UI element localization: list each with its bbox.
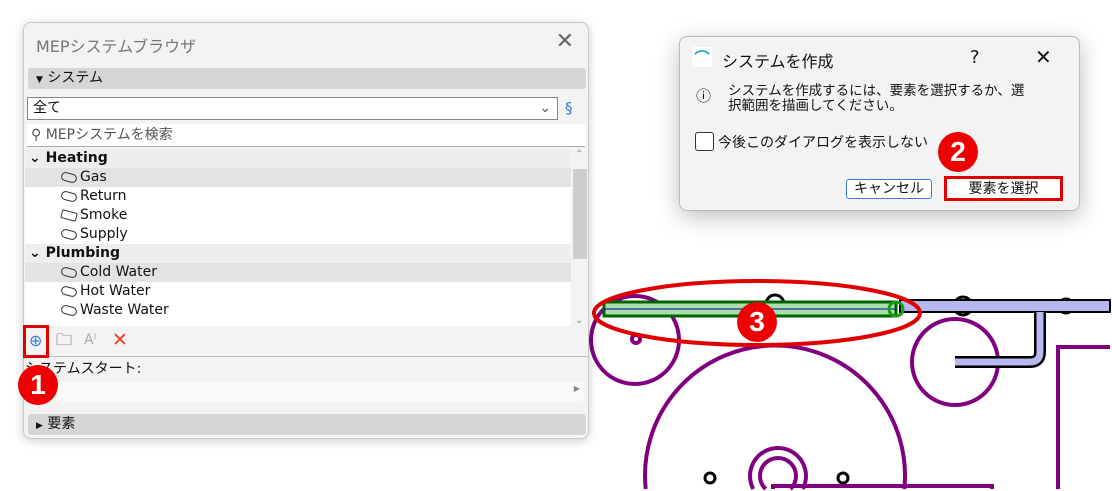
item-label: Cold Water	[80, 264, 157, 280]
close-icon[interactable]: ✕	[1035, 45, 1052, 69]
item-label: Waste Water	[80, 302, 169, 318]
item-label: Return	[80, 188, 127, 204]
tree-item-return[interactable]: Return	[25, 187, 571, 206]
help-button[interactable]: ?	[970, 47, 980, 68]
annotation-highlight-add	[23, 325, 49, 358]
tree-item-supply[interactable]: Supply	[25, 225, 571, 244]
annotation-badge-3: 3	[737, 302, 777, 342]
tree-item-cold-water[interactable]: Cold Water	[25, 263, 571, 282]
tree-group-heating[interactable]: ⌄ Heating	[25, 149, 571, 168]
filter-value: 全て	[33, 100, 61, 116]
search-input[interactable]: ⚲ MEPシステムを検索	[27, 124, 585, 147]
panel-title: MEPシステムブラウザ	[36, 37, 197, 56]
item-label: Hot Water	[80, 283, 151, 299]
tree-item-gas[interactable]: Gas	[25, 168, 571, 187]
info-icon: ⓘ	[696, 87, 712, 105]
tree-item-smoke[interactable]: Smoke	[25, 206, 571, 225]
item-label: Supply	[80, 226, 128, 242]
section-label: システム	[47, 70, 103, 86]
section-elements-header[interactable]: ▶ 要素	[28, 414, 586, 435]
message-line: 択範囲を描画してください。	[728, 98, 903, 114]
select-elements-button[interactable]: 要素を選択	[944, 176, 1063, 201]
search-icon: ⚲	[31, 127, 42, 143]
tree-scrollbar[interactable]: ⌃ ⌄	[571, 149, 588, 326]
pipe-icon	[60, 303, 78, 317]
duct-icon	[60, 208, 78, 222]
create-system-dialog: ⌒ システムを作成 ? ✕ ⓘ システムを作成するには、要素を選択するか、選 択範…	[679, 36, 1080, 211]
section-label: 要素	[47, 416, 76, 432]
search-placeholder: MEPシステムを検索	[45, 127, 173, 143]
checkbox-label: 今後このダイアログを表示しない	[718, 135, 928, 151]
tree-toolbar: ⊕ 🗀 Aᴵ ✕	[24, 326, 588, 357]
annotation-badge-2: 2	[938, 132, 978, 172]
rename-icon[interactable]: Aᴵ	[84, 332, 96, 348]
tree-group-plumbing[interactable]: ⌄ Plumbing	[25, 244, 571, 263]
annotation-badge-1: 1	[18, 365, 58, 405]
group-label: Plumbing	[45, 245, 121, 261]
scrollbar-thumb[interactable]	[573, 169, 587, 259]
expand-triangle-icon: ▶	[36, 421, 43, 431]
system-tree: ⌄ Heating Gas Return Smoke Supply ⌄ Plum…	[25, 149, 571, 326]
system-start-field[interactable]: ▶	[56, 382, 584, 401]
delete-icon[interactable]: ✕	[112, 329, 128, 351]
close-icon[interactable]: ✕	[556, 29, 574, 54]
tree-item-waste-water[interactable]: Waste Water	[25, 301, 571, 320]
item-label: Smoke	[80, 207, 128, 223]
dont-show-checkbox[interactable]	[695, 132, 714, 151]
mep-system-browser-panel: MEPシステムブラウザ ✕ ▼ システム 全て ⌄ § ⚲ MEPシステムを検索 …	[23, 22, 589, 439]
item-label: Gas	[80, 169, 107, 185]
system-filter-dropdown[interactable]: 全て ⌄	[27, 97, 558, 120]
equipment-rect	[771, 484, 994, 489]
section-system-header[interactable]: ▼ システム	[28, 68, 586, 89]
chevron-down-icon: ⌄	[539, 100, 551, 116]
tree-item-hot-water[interactable]: Hot Water	[25, 282, 571, 301]
cancel-button[interactable]: キャンセル	[846, 179, 932, 199]
message-line: システムを作成するには、要素を選択するか、選	[728, 83, 1025, 99]
equipment-circle	[643, 343, 907, 490]
pipe-icon	[60, 265, 78, 279]
dialog-message: システムを作成するには、要素を選択するか、選 択範囲を描画してください。	[728, 84, 1024, 114]
new-folder-icon[interactable]: 🗀	[56, 329, 72, 356]
equipment-circle	[748, 446, 808, 490]
pipe-icon	[60, 284, 78, 298]
link-systems-icon[interactable]: §	[565, 99, 573, 117]
pipe-segment	[899, 299, 1111, 313]
collapse-triangle-icon: ▼	[36, 75, 43, 85]
group-label: Heating	[45, 150, 108, 166]
pipe-icon	[60, 170, 78, 184]
equipment-rect	[1056, 345, 1110, 489]
dialog-title: システムを作成	[722, 52, 834, 71]
pipe-icon	[60, 189, 78, 203]
app-logo-icon: ⌒	[692, 47, 712, 67]
pipe-icon	[60, 227, 78, 241]
